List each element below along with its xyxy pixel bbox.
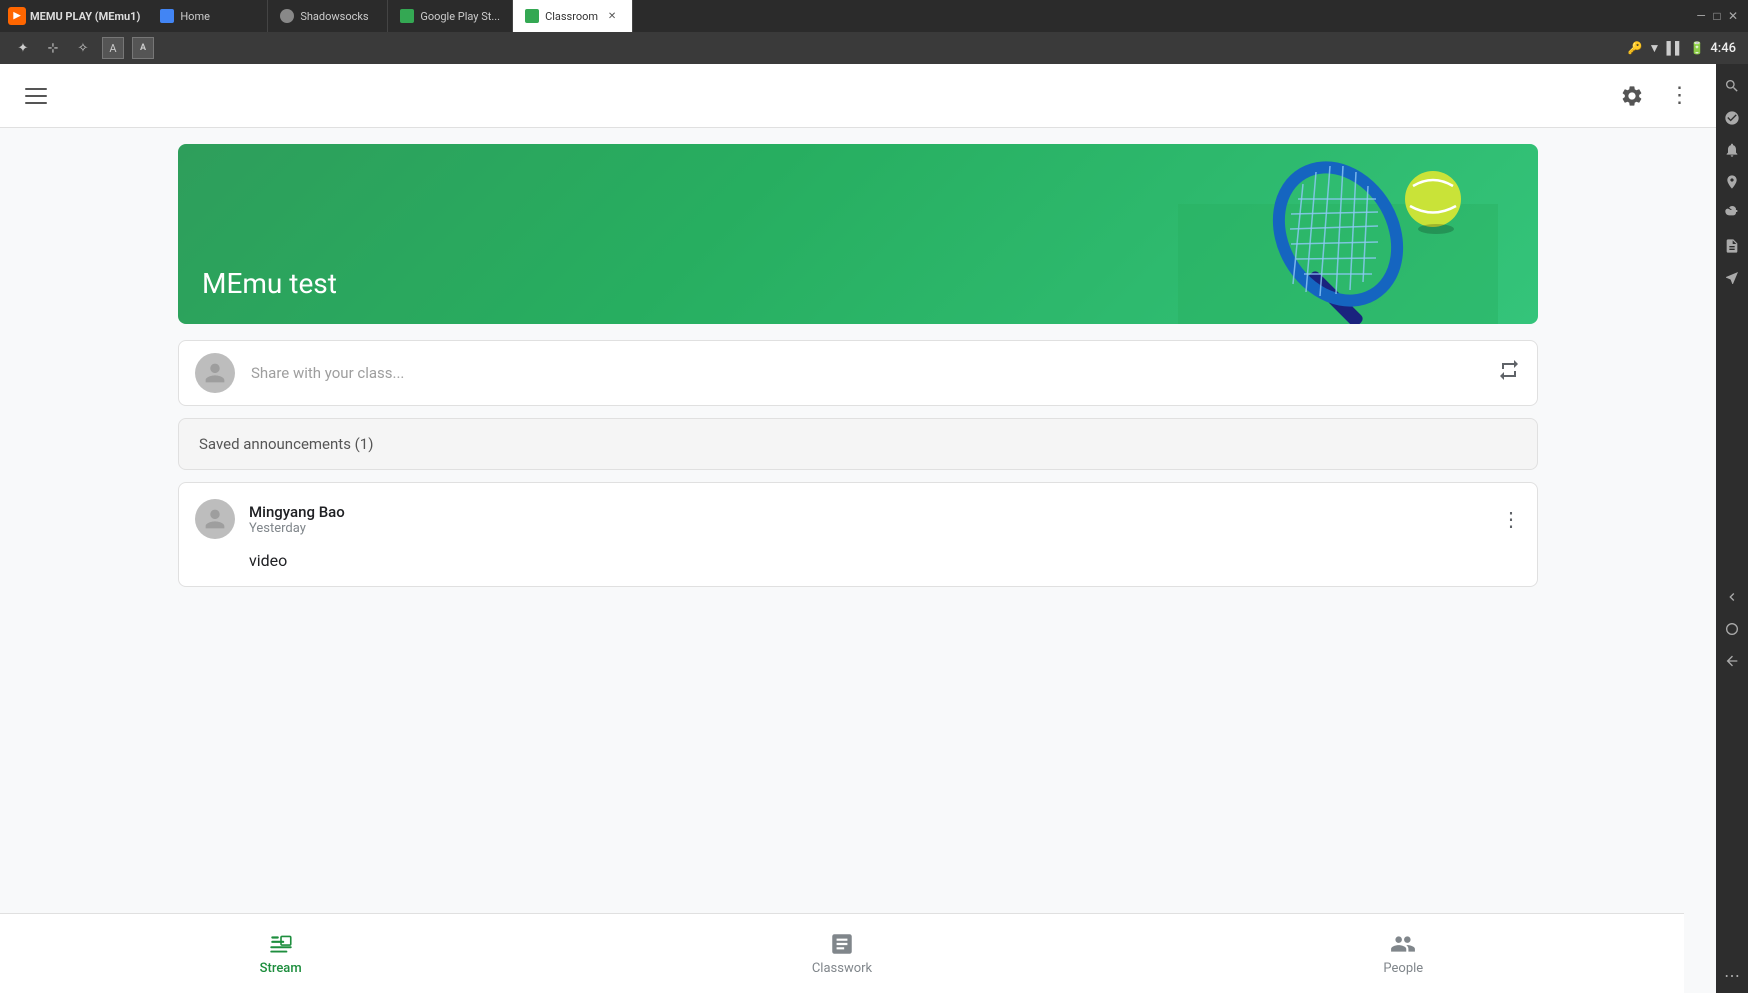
tab-classroom-label: Classroom (545, 10, 598, 23)
google-play-favicon (400, 9, 414, 23)
bottom-nav: Stream Classwork People (0, 913, 1684, 993)
share-box[interactable]: Share with your class... (178, 340, 1538, 406)
tab-home[interactable]: Home (148, 0, 268, 32)
classwork-icon (829, 931, 855, 957)
post-author: Mingyang Bao (249, 503, 1487, 521)
share-placeholder[interactable]: Share with your class... (251, 364, 1481, 382)
sidebar-more-dots[interactable]: ⋯ (1724, 966, 1740, 985)
post-header: Mingyang Bao Yesterday ⋮ (195, 499, 1521, 539)
sidebar-tool-5[interactable] (1718, 200, 1746, 228)
sidebar-tool-3[interactable] (1718, 136, 1746, 164)
maximize-button[interactable]: □ (1710, 9, 1724, 23)
battery-icon: 🔋 (1689, 41, 1704, 55)
memu-logo: ▶ MEMU PLAY (MEmu1) (8, 7, 140, 25)
topbar-actions: ⋮ (1612, 76, 1700, 116)
wifi-icon: ▼ (1649, 41, 1661, 55)
post-card: Mingyang Bao Yesterday ⋮ video (178, 482, 1538, 587)
memu-title: MEMU PLAY (MEmu1) (30, 10, 140, 23)
sidebar-tool-7[interactable] (1718, 264, 1746, 292)
home-favicon (160, 9, 174, 23)
course-banner: MEmu test (178, 144, 1538, 324)
app-content: ⋮ MEmu test (0, 64, 1716, 993)
sys-icon-box: A (102, 37, 124, 59)
share-action-button[interactable] (1497, 358, 1521, 388)
hamburger-line-2 (25, 95, 47, 97)
tab-home-label: Home (180, 10, 210, 23)
sidebar-tool-1[interactable] (1718, 72, 1746, 100)
tab-close-classroom[interactable]: ✕ (604, 8, 620, 24)
title-bar: ▶ MEMU PLAY (MEmu1) Home Shadowsocks Goo… (0, 0, 1748, 32)
sys-icon-3: ✧ (72, 37, 94, 59)
tab-classroom[interactable]: Classroom ✕ (513, 0, 633, 32)
sidebar-back[interactable] (1718, 647, 1746, 675)
main-area: ⋮ MEmu test (0, 64, 1748, 993)
sys-icon-2: ⊹ (42, 37, 64, 59)
hamburger-line-1 (25, 88, 47, 90)
tab-shadowsocks-label: Shadowsocks (300, 10, 368, 23)
sidebar-tool-6[interactable] (1718, 232, 1746, 260)
app-scroll[interactable]: MEmu test (0, 128, 1716, 993)
shadowsocks-favicon (280, 9, 294, 23)
app-topbar: ⋮ (0, 64, 1716, 128)
saved-announcements-label: Saved announcements (1) (199, 435, 373, 453)
sys-icon-1: ✦ (12, 37, 34, 59)
system-time: 4:46 (1710, 41, 1736, 56)
post-content: video (195, 551, 1521, 570)
tab-google-play[interactable]: Google Play St... (388, 0, 513, 32)
signal-icon: ▌▌ (1666, 41, 1683, 55)
memu-logo-icon: ▶ (8, 7, 26, 25)
post-menu-button[interactable]: ⋮ (1501, 507, 1521, 531)
menu-button[interactable] (16, 76, 56, 116)
right-sidebar: ⋯ (1716, 64, 1748, 993)
tab-shadowsocks[interactable]: Shadowsocks (268, 0, 388, 32)
system-bar: ✦ ⊹ ✧ A A 🔑 ▼ ▌▌ 🔋 4:46 (0, 32, 1748, 64)
nav-classwork[interactable]: Classwork (561, 914, 1122, 993)
system-icons-left: ✦ ⊹ ✧ A A (12, 37, 154, 59)
saved-announcements[interactable]: Saved announcements (1) (178, 418, 1538, 470)
nav-stream[interactable]: Stream (0, 914, 561, 993)
classwork-label: Classwork (812, 961, 872, 976)
post-author-avatar (195, 499, 235, 539)
system-icons-right: 🔑 ▼ ▌▌ 🔋 4:46 (1628, 41, 1736, 56)
more-options-button[interactable]: ⋮ (1660, 76, 1700, 116)
sidebar-tool-2[interactable] (1718, 104, 1746, 132)
sidebar-circle[interactable] (1718, 615, 1746, 643)
key-icon: 🔑 (1628, 41, 1643, 55)
nav-people[interactable]: People (1123, 914, 1684, 993)
hamburger-line-3 (25, 102, 47, 104)
post-time: Yesterday (249, 521, 1487, 536)
tab-google-play-label: Google Play St... (420, 10, 500, 23)
course-title: MEmu test (202, 267, 337, 300)
stream-icon (268, 931, 294, 957)
minimize-button[interactable]: — (1694, 9, 1708, 23)
settings-button[interactable] (1612, 76, 1652, 116)
sidebar-expand-left[interactable] (1718, 583, 1746, 611)
sidebar-tool-4[interactable] (1718, 168, 1746, 196)
people-icon (1390, 931, 1416, 957)
people-label: People (1383, 961, 1423, 976)
classroom-favicon (525, 9, 539, 23)
post-info: Mingyang Bao Yesterday (249, 503, 1487, 536)
sys-icon-a: A (132, 37, 154, 59)
banner-illustration (722, 144, 1538, 324)
tabs-bar: Home Shadowsocks Google Play St... Class… (148, 0, 1686, 32)
stream-label: Stream (260, 961, 302, 976)
close-button[interactable]: ✕ (1726, 9, 1740, 23)
window-controls: — □ ✕ (1694, 9, 1740, 23)
user-avatar (195, 353, 235, 393)
